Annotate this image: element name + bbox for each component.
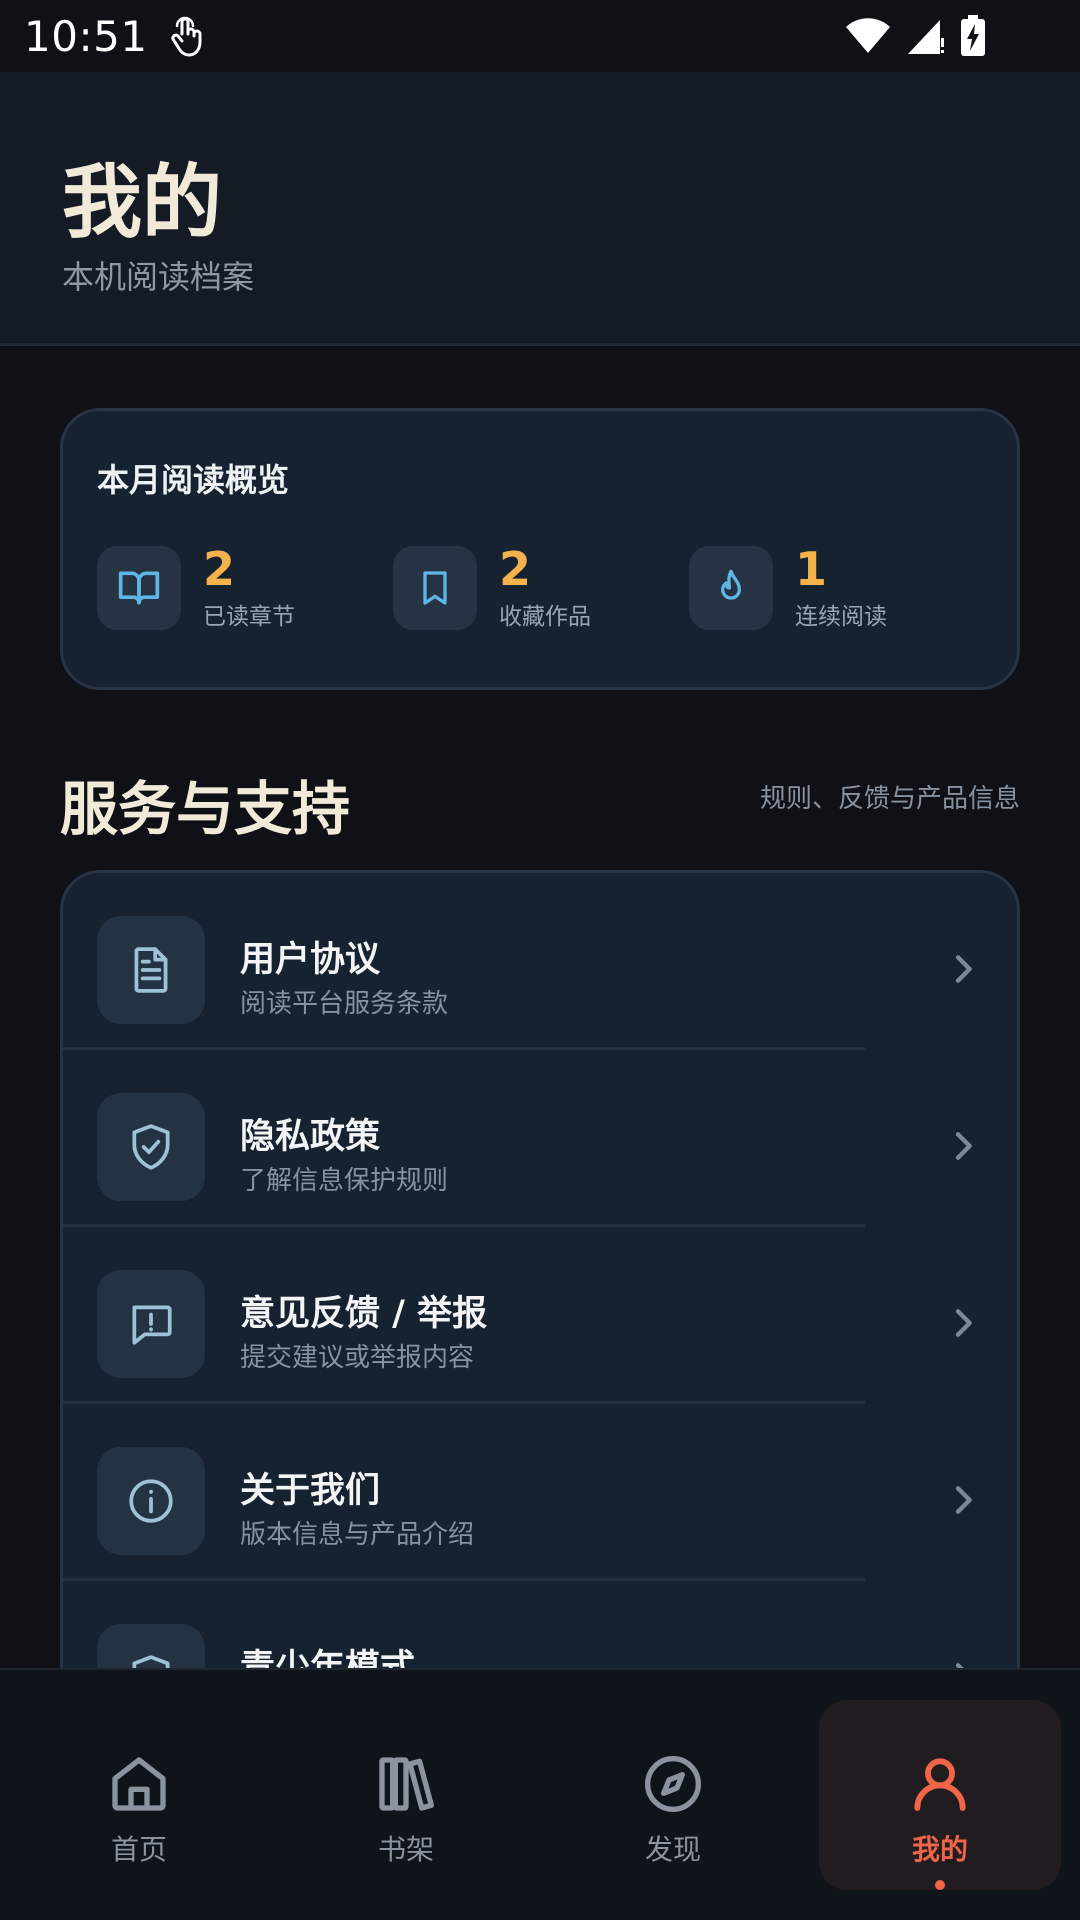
nav-item-bookshelf[interactable]: 书架	[285, 1700, 527, 1890]
chevron-right-icon	[955, 1132, 972, 1160]
status-bar: 10:51	[0, 0, 1080, 72]
wifi-icon	[846, 18, 890, 53]
stat-label: 收藏作品	[499, 604, 591, 630]
stat-value: 2	[499, 542, 532, 596]
stat-value: 2	[203, 542, 236, 596]
status-time: 10:51	[24, 11, 148, 61]
nav-label: 书架	[377, 1833, 434, 1866]
stat-label: 连续阅读	[795, 604, 887, 630]
chevron-right-icon	[955, 1486, 972, 1514]
nav-item-home[interactable]: 首页	[18, 1700, 260, 1890]
home-icon	[112, 1757, 166, 1811]
shield-icon	[97, 1624, 205, 1670]
stat-value: 1	[795, 542, 828, 596]
nav-item-discover[interactable]: 发现	[552, 1700, 794, 1890]
menu-item-privacy-policy[interactable]: 隐私政策 了解信息保护规则	[63, 1050, 1017, 1227]
bottom-navigation: 首页 书架 发现 我的	[0, 1668, 1080, 1920]
overview-title: 本月阅读概览	[97, 461, 290, 499]
menu-item-desc: 阅读平台服务条款	[240, 989, 449, 1019]
stat-chapters-read: 2 已读章节	[97, 545, 295, 631]
menu-item-title: 意见反馈 / 举报	[240, 1294, 488, 1334]
active-indicator-dot	[935, 1880, 945, 1890]
page-header: 我的 本机阅读档案	[0, 72, 1080, 346]
nav-label: 我的	[911, 1833, 968, 1866]
battery-charging-icon	[961, 15, 985, 56]
menu-item-title: 隐私政策	[240, 1117, 381, 1157]
nav-item-profile[interactable]: 我的	[819, 1700, 1061, 1890]
chevron-right-icon	[955, 955, 972, 983]
menu-item-about-us[interactable]: 关于我们 版本信息与产品介绍	[63, 1404, 1017, 1581]
bookmark-icon	[393, 546, 477, 630]
menu-item-desc: 提交建议或举报内容	[240, 1343, 475, 1373]
compass-icon	[645, 1756, 701, 1812]
feedback-icon	[97, 1270, 205, 1378]
stat-reading-streak: 1 连续阅读	[689, 545, 887, 631]
menu-item-youth-mode[interactable]: 青少年模式	[63, 1581, 1017, 1670]
menu-item-user-agreement[interactable]: 用户协议 阅读平台服务条款	[63, 873, 1017, 1050]
menu-item-title: 关于我们	[240, 1471, 381, 1511]
menu-item-desc: 了解信息保护规则	[240, 1166, 449, 1196]
document-icon	[97, 916, 205, 1024]
cellular-signal-icon	[908, 20, 944, 54]
menu-item-feedback-report[interactable]: 意见反馈 / 举报 提交建议或举报内容	[63, 1227, 1017, 1404]
reading-overview-card: 本月阅读概览 2 已读章节 2 收藏作品 1 连续阅读	[60, 408, 1020, 690]
touch-gesture-icon	[170, 16, 202, 57]
user-icon	[914, 1758, 966, 1811]
book-open-icon	[97, 546, 181, 630]
chevron-right-icon	[955, 1309, 972, 1337]
nav-label: 首页	[110, 1833, 167, 1866]
page-subtitle: 本机阅读档案	[62, 258, 255, 296]
section-title: 服务与支持	[60, 775, 351, 843]
bookshelf-icon	[379, 1757, 434, 1811]
nav-label: 发现	[644, 1833, 701, 1866]
stat-label: 已读章节	[203, 604, 295, 630]
menu-item-title: 用户协议	[240, 940, 381, 980]
services-menu-list: 用户协议 阅读平台服务条款 隐私政策 了解信息保护规则 意见反馈 / 举报 提交…	[60, 870, 1020, 1670]
shield-check-icon	[97, 1093, 205, 1201]
info-icon	[97, 1447, 205, 1555]
stat-favorites: 2 收藏作品	[393, 545, 591, 631]
flame-icon	[689, 546, 773, 630]
menu-item-title: 青少年模式	[240, 1648, 416, 1670]
menu-item-desc: 版本信息与产品介绍	[240, 1520, 475, 1550]
page-title: 我的	[62, 156, 222, 249]
section-caption: 规则、反馈与产品信息	[759, 784, 1020, 814]
